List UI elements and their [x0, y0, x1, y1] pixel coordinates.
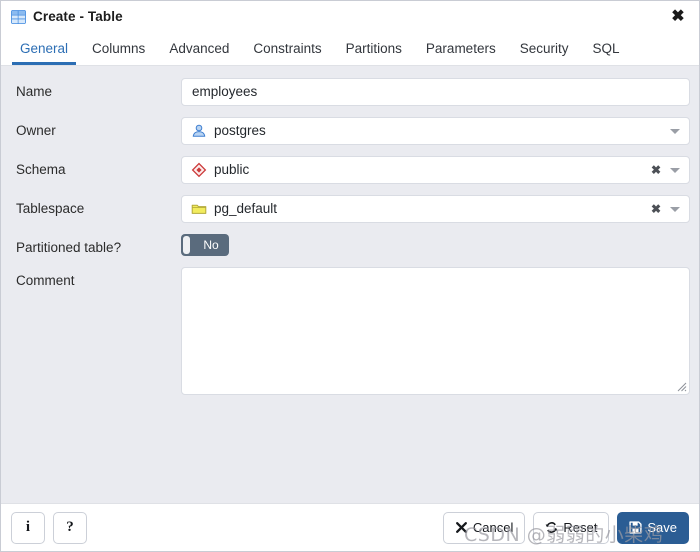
folder-icon — [191, 204, 207, 214]
help-button[interactable]: ? — [53, 511, 87, 544]
cancel-button-label: Cancel — [472, 520, 514, 535]
field-wrap-owner: postgres — [181, 117, 691, 145]
owner-chevron-down-icon[interactable] — [665, 128, 685, 134]
tab-security[interactable]: Security — [508, 32, 581, 65]
tab-bar: General Columns Advanced Constraints Par… — [1, 32, 699, 66]
field-row-schema: Schema public ✖ — [9, 156, 691, 184]
comment-textarea[interactable] — [181, 267, 690, 395]
field-wrap-comment — [181, 267, 691, 395]
tab-general[interactable]: General — [8, 32, 80, 65]
schema-diamond-icon — [191, 162, 207, 178]
partitioned-toggle[interactable]: No — [181, 234, 229, 256]
reset-button[interactable]: Reset — [533, 511, 610, 544]
schema-chevron-down-icon[interactable] — [665, 167, 685, 173]
create-table-dialog: Create - Table ✖ General Columns Advance… — [0, 0, 700, 552]
table-icon — [11, 9, 26, 24]
field-wrap-schema: public ✖ — [181, 156, 691, 184]
tab-partitions[interactable]: Partitions — [334, 32, 414, 65]
label-name: Name — [16, 84, 53, 99]
footer-left-group: i ? — [11, 511, 87, 544]
user-icon — [192, 124, 206, 137]
tab-parameters[interactable]: Parameters — [414, 32, 508, 65]
tablespace-value: pg_default — [214, 201, 278, 216]
field-row-comment: Comment — [9, 267, 691, 395]
dialog-footer: i ? Cancel Reset Save — [1, 503, 699, 551]
label-schema: Schema — [16, 162, 66, 177]
dialog-titlebar: Create - Table ✖ — [1, 1, 699, 32]
label-owner: Owner — [16, 123, 56, 138]
cancel-button[interactable]: Cancel — [442, 511, 526, 544]
partitioned-toggle-label: No — [203, 238, 219, 252]
save-button-label: Save — [647, 520, 677, 535]
close-x-icon — [455, 522, 467, 533]
label-comment: Comment — [16, 273, 75, 288]
info-button[interactable]: i — [11, 511, 45, 544]
name-input[interactable]: employees — [181, 78, 690, 106]
tab-advanced[interactable]: Advanced — [157, 32, 241, 65]
field-row-name: Name employees — [9, 78, 691, 106]
field-row-tablespace: Tablespace pg_default ✖ — [9, 195, 691, 223]
owner-value: postgres — [214, 123, 266, 138]
tablespace-chevron-down-icon[interactable] — [665, 206, 685, 212]
toggle-knob — [183, 236, 190, 254]
general-tab-panel: Name employees Owner postgres Schema pub… — [1, 66, 699, 503]
refresh-icon — [546, 522, 558, 533]
field-row-partitioned: Partitioned table? No — [9, 234, 691, 256]
tab-columns[interactable]: Columns — [80, 32, 157, 65]
tab-sql[interactable]: SQL — [580, 32, 631, 65]
schema-select[interactable]: public ✖ — [181, 156, 690, 184]
name-input-value: employees — [192, 84, 258, 99]
save-disk-icon — [629, 521, 642, 534]
tablespace-select[interactable]: pg_default ✖ — [181, 195, 690, 223]
dialog-title: Create - Table — [33, 9, 123, 24]
resize-handle-icon[interactable] — [676, 381, 687, 392]
schema-clear-icon[interactable]: ✖ — [647, 164, 665, 176]
reset-button-label: Reset — [563, 520, 598, 535]
save-button[interactable]: Save — [617, 511, 689, 544]
field-row-owner: Owner postgres — [9, 117, 691, 145]
label-partitioned: Partitioned table? — [16, 240, 122, 255]
field-wrap-partitioned: No — [181, 234, 691, 256]
owner-select[interactable]: postgres — [181, 117, 690, 145]
schema-value: public — [214, 162, 250, 177]
tablespace-clear-icon[interactable]: ✖ — [647, 203, 665, 215]
field-wrap-name: employees — [181, 78, 691, 106]
label-tablespace: Tablespace — [16, 201, 85, 216]
footer-right-group: Cancel Reset Save — [442, 511, 689, 544]
close-icon[interactable]: ✖ — [663, 4, 693, 30]
field-wrap-tablespace: pg_default ✖ — [181, 195, 691, 223]
tab-constraints[interactable]: Constraints — [241, 32, 333, 65]
